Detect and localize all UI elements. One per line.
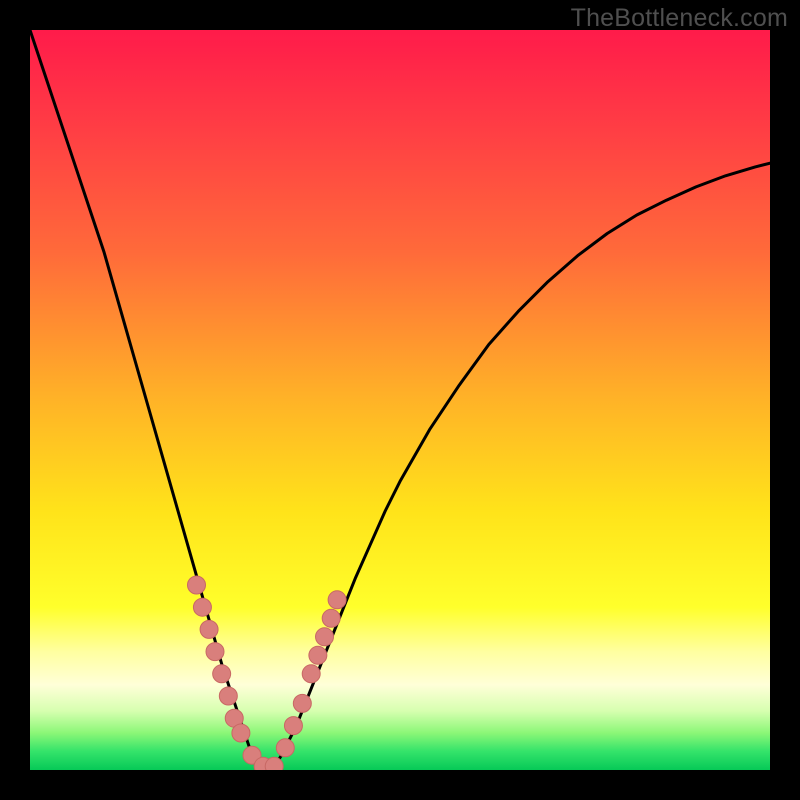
watermark-label: TheBottleneck.com [571,4,788,33]
curve-marker [232,724,250,742]
plot-frame [30,30,770,770]
curve-marker [293,694,311,712]
curve-marker [200,620,218,638]
curve-marker [206,643,224,661]
curve-marker [328,591,346,609]
curve-marker [322,609,340,627]
curve-marker [193,598,211,616]
curve-marker [309,646,327,664]
curve-marker [219,687,237,705]
curve-marker [316,628,334,646]
curve-marker [302,665,320,683]
curve-marker [265,757,283,770]
curve-marker [188,576,206,594]
bottleneck-curve [30,30,770,770]
curve-marker [276,739,294,757]
curve-marker [284,717,302,735]
curve-marker [213,665,231,683]
